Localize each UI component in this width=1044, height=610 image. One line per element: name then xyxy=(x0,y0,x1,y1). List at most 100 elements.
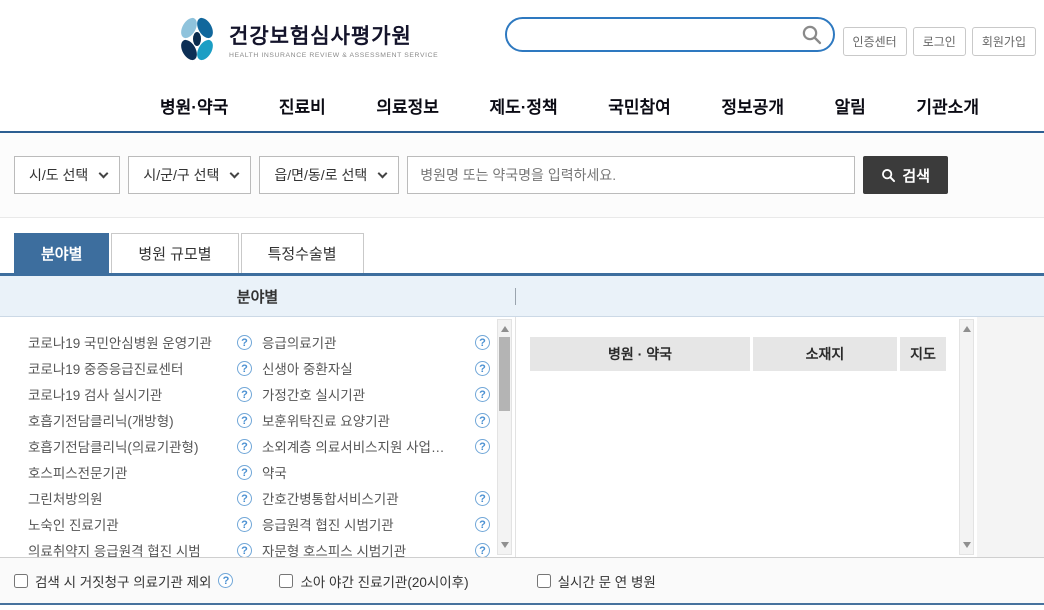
category-item[interactable]: 코로나19 국민안심병원 운영기관 ? xyxy=(28,329,252,355)
search-button[interactable]: 검색 xyxy=(863,156,948,194)
scroll-down-icon[interactable] xyxy=(963,542,971,548)
category-label[interactable]: 코로나19 중증응급진료센터 xyxy=(28,358,183,378)
nav-item[interactable]: 정보공개 xyxy=(711,87,794,124)
category-item[interactable]: 호흡기전담클리닉(개방형) ? xyxy=(28,407,252,433)
nav-item[interactable]: 알림 xyxy=(825,87,876,124)
help-icon[interactable]: ? xyxy=(237,361,252,376)
help-icon[interactable]: ? xyxy=(237,439,252,454)
category-item[interactable]: 호스피스전문기관 ? xyxy=(28,459,252,485)
category-label[interactable]: 신생아 중환자실 xyxy=(262,358,353,378)
category-label[interactable]: 코로나19 검사 실시기관 xyxy=(28,384,162,404)
search-icon[interactable] xyxy=(801,24,823,46)
search-option[interactable]: 소아 야간 진료기관(20시이후) ? xyxy=(279,571,490,591)
region-select[interactable]: 읍/면/동/로 선택 xyxy=(259,156,399,194)
help-icon[interactable]: ? xyxy=(237,335,252,350)
category-item[interactable]: 신생아 중환자실 ? xyxy=(262,355,490,381)
category-item[interactable]: 응급의료기관 ? xyxy=(262,329,490,355)
category-item[interactable]: 자문형 호스피스 시범기관 ? xyxy=(262,537,490,557)
help-icon[interactable]: ? xyxy=(475,491,490,506)
category-label[interactable]: 자문형 호스피스 시범기관 xyxy=(262,540,406,557)
category-label[interactable]: 노숙인 진료기관 xyxy=(28,514,119,534)
help-icon[interactable]: ? xyxy=(237,465,252,480)
category-grid: 코로나19 국민안심병원 운영기관 ? 코로나19 중증응급진료센터 ? 코로나… xyxy=(0,317,515,557)
option-checkbox[interactable] xyxy=(279,574,293,588)
help-icon[interactable]: ? xyxy=(475,387,490,402)
category-label[interactable]: 가정간호 실시기관 xyxy=(262,384,365,404)
utility-link-button[interactable]: 회원가입 xyxy=(972,27,1036,56)
category-item[interactable]: 노숙인 진료기관 ? xyxy=(28,511,252,537)
search-filter-bar: 시/도 선택 시/군/구 선택 읍/면/동/로 선택 검색 xyxy=(0,133,1044,218)
category-item[interactable]: 코로나19 중증응급진료센터 ? xyxy=(28,355,252,381)
region-select[interactable]: 시/도 선택 xyxy=(14,156,120,194)
tab[interactable]: 분야별 xyxy=(14,233,109,273)
category-label[interactable]: 응급원격 협진 시범기관 xyxy=(262,514,394,534)
help-icon[interactable]: ? xyxy=(218,573,233,588)
category-item[interactable]: 간호간병통합서비스기관 ? xyxy=(262,485,490,511)
category-tabs: 분야별병원 규모별특정수술별 xyxy=(0,233,1044,276)
site-logo[interactable]: 건강보험심사평가원 HEALTH INSURANCE REVIEW & ASSE… xyxy=(175,16,438,62)
category-item[interactable]: 약국 ? xyxy=(262,459,490,485)
help-icon[interactable]: ? xyxy=(237,413,252,428)
nav-item[interactable]: 국민참여 xyxy=(598,87,681,124)
category-item[interactable]: 호흡기전담클리닉(의료기관형) ? xyxy=(28,433,252,459)
help-icon[interactable]: ? xyxy=(475,543,490,558)
help-icon[interactable]: ? xyxy=(237,543,252,558)
region-select[interactable]: 시/군/구 선택 xyxy=(128,156,251,194)
scroll-up-icon[interactable] xyxy=(501,326,509,332)
category-label[interactable]: 소외계층 의료서비스지원 사업… xyxy=(262,436,444,456)
chevron-down-icon xyxy=(378,168,388,178)
option-label: 소아 야간 진료기관(20시이후) xyxy=(300,571,468,591)
results-panel: 병원 · 약국 소재지 지도 xyxy=(516,317,977,557)
utility-link-button[interactable]: 인증센터 xyxy=(843,27,907,56)
nav-item[interactable]: 제도·정책 xyxy=(479,87,567,124)
tab[interactable]: 병원 규모별 xyxy=(111,233,238,273)
category-item[interactable]: 의료취약지 응급원격 협진 시범 ? xyxy=(28,537,252,557)
search-option[interactable]: 실시간 문 연 병원 ? xyxy=(537,571,678,591)
category-item[interactable]: 그린처방의원 ? xyxy=(28,485,252,511)
keyword-input[interactable] xyxy=(407,156,855,194)
scroll-down-icon[interactable] xyxy=(501,542,509,548)
scroll-up-icon[interactable] xyxy=(963,326,971,332)
category-item[interactable]: 가정간호 실시기관 ? xyxy=(262,381,490,407)
category-item[interactable]: 코로나19 검사 실시기관 ? xyxy=(28,381,252,407)
tab[interactable]: 특정수술별 xyxy=(241,233,364,273)
logo-text: 건강보험심사평가원 HEALTH INSURANCE REVIEW & ASSE… xyxy=(229,20,438,59)
category-scrollbar[interactable] xyxy=(497,319,512,555)
help-icon[interactable]: ? xyxy=(237,387,252,402)
category-label[interactable]: 호흡기전담클리닉(의료기관형) xyxy=(28,436,198,456)
category-label[interactable]: 약국 xyxy=(262,462,287,482)
nav-item[interactable]: 의료정보 xyxy=(366,87,449,124)
category-item[interactable]: 소외계층 의료서비스지원 사업… ? xyxy=(262,433,490,459)
help-icon[interactable]: ? xyxy=(475,413,490,428)
category-label[interactable]: 코로나19 국민안심병원 운영기관 xyxy=(28,332,212,352)
search-button-label: 검색 xyxy=(902,165,930,186)
nav-item[interactable]: 병원·약국 xyxy=(150,87,238,124)
category-label[interactable]: 그린처방의원 xyxy=(28,488,103,508)
help-icon[interactable]: ? xyxy=(475,335,490,350)
nav-item[interactable]: 진료비 xyxy=(269,87,336,124)
scroll-thumb[interactable] xyxy=(499,337,510,411)
global-search-input[interactable] xyxy=(523,19,801,50)
category-item[interactable]: 보훈위탁진료 요양기관 ? xyxy=(262,407,490,433)
category-label[interactable]: 응급의료기관 xyxy=(262,332,337,352)
help-icon[interactable]: ? xyxy=(237,517,252,532)
category-label[interactable]: 의료취약지 응급원격 협진 시범 xyxy=(28,540,201,557)
utility-link-button[interactable]: 로그인 xyxy=(913,27,966,56)
utility-links: 인증센터로그인회원가입 xyxy=(843,27,1036,56)
option-checkbox[interactable] xyxy=(14,574,28,588)
help-icon[interactable]: ? xyxy=(475,517,490,532)
help-icon[interactable]: ? xyxy=(237,491,252,506)
category-label[interactable]: 호스피스전문기관 xyxy=(28,462,127,482)
category-label[interactable]: 보훈위탁진료 요양기관 xyxy=(262,410,390,430)
category-label[interactable]: 호흡기전담클리닉(개방형) xyxy=(28,410,174,430)
option-checkbox[interactable] xyxy=(537,574,551,588)
help-icon[interactable]: ? xyxy=(475,361,490,376)
category-label[interactable]: 간호간병통합서비스기관 xyxy=(262,488,399,508)
help-icon[interactable]: ? xyxy=(475,439,490,454)
search-option[interactable]: 검색 시 거짓청구 의료기관 제외 ? xyxy=(14,571,233,591)
results-scrollbar[interactable] xyxy=(959,319,974,555)
logo-butterfly-icon xyxy=(175,16,219,62)
content-right-filler xyxy=(977,317,1044,557)
nav-item[interactable]: 기관소개 xyxy=(906,87,989,124)
category-item[interactable]: 응급원격 협진 시범기관 ? xyxy=(262,511,490,537)
